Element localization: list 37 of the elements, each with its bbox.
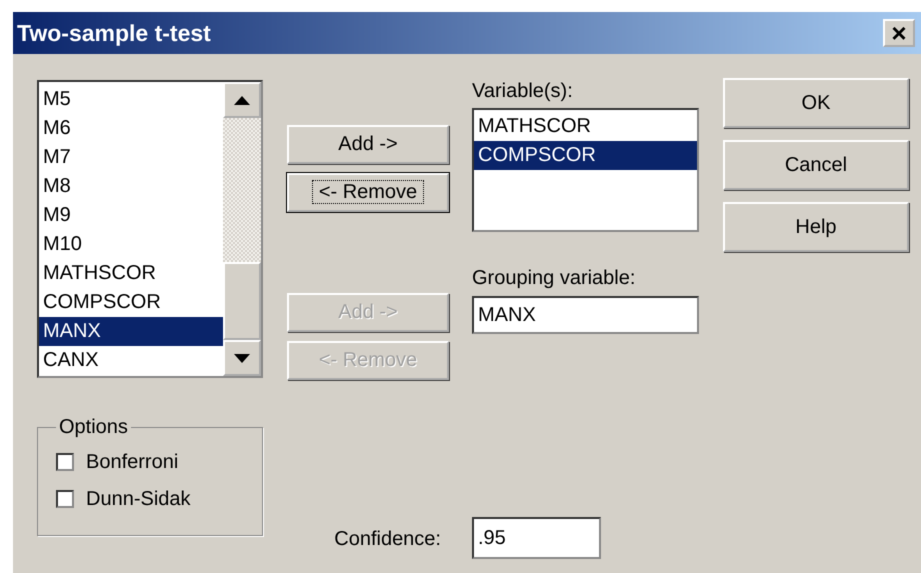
list-item[interactable]: M5 xyxy=(39,85,223,114)
grouping-field[interactable]: MANX xyxy=(472,296,699,334)
confidence-label: Confidence: xyxy=(334,528,441,551)
close-button[interactable]: × xyxy=(883,19,915,47)
list-item[interactable]: COMPSCOR xyxy=(39,288,223,317)
add-button[interactable]: Add -> xyxy=(287,125,449,164)
list-item[interactable]: CANX xyxy=(39,346,223,375)
list-item[interactable]: MATHSCOR xyxy=(39,259,223,288)
list-item[interactable]: M10 xyxy=(39,230,223,259)
group-title: Options xyxy=(58,416,129,439)
action-button[interactable]: Help xyxy=(723,202,909,252)
checkbox-label: Bonferroni xyxy=(86,450,178,474)
selected-variables-list[interactable]: MATHSCOR COMPSCOR xyxy=(472,108,699,232)
scroll-down-button[interactable] xyxy=(223,340,261,376)
up-arrow-icon xyxy=(234,96,250,104)
confidence-field[interactable]: .95 xyxy=(472,517,601,559)
list-item[interactable]: MANX xyxy=(39,317,223,346)
scroll-up-button[interactable] xyxy=(223,82,261,118)
down-arrow-icon xyxy=(234,354,250,362)
scroll-thumb[interactable] xyxy=(223,262,261,340)
list-item[interactable]: M7 xyxy=(39,143,223,172)
remove-button[interactable]: <- Remove xyxy=(287,173,449,212)
action-button[interactable]: Cancel xyxy=(723,140,909,190)
checkbox-label: Dunn-Sidak xyxy=(86,488,191,510)
list-item[interactable]: MATHSCOR xyxy=(474,112,697,141)
list-item[interactable]: M6 xyxy=(39,114,223,143)
list-item[interactable]: COMPSCOR xyxy=(474,141,697,170)
variable-list[interactable]: M5 M6 M7 M8 M9 M10 MATHSCOR COMPSCOR MANX CANX xyxy=(37,80,263,378)
list-item[interactable]: M9 xyxy=(39,201,223,230)
grouping-label: Grouping variable: xyxy=(472,266,636,291)
list-item[interactable]: M8 xyxy=(39,172,223,201)
variables-label: Variable(s): xyxy=(472,79,574,104)
window-title: Two-sample t-test xyxy=(17,20,211,46)
action-button[interactable]: OK xyxy=(723,78,909,128)
checkbox[interactable] xyxy=(56,490,74,508)
scrollbar[interactable] xyxy=(223,82,261,376)
checkbox[interactable] xyxy=(56,453,74,471)
